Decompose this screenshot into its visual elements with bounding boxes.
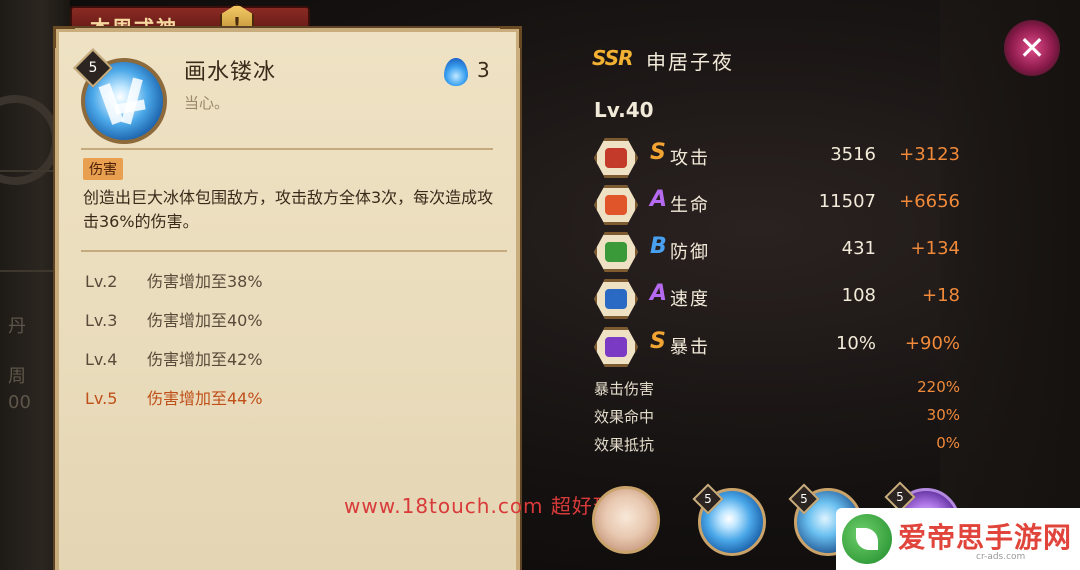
stat-grade: A [650,187,668,212]
ghost-fire-icon [444,58,468,86]
stat-row-defense: B 防御 431 +134 [594,232,964,272]
stat-label: 防御 [670,242,710,263]
character-level: Lv.40 [594,98,654,122]
sub-stat-label: 暴击伤害 [594,380,655,398]
stat-label: 速度 [670,289,710,310]
stat-base-value: 108 [841,285,876,306]
stat-base-value: 10% [835,333,876,354]
skill-name: 画水镂冰 [184,60,277,85]
chevron-speed-icon [594,279,638,319]
upgrade-text: 伤害增加至38% [147,272,263,291]
divider [81,148,493,150]
skill-slot-level-value: 5 [704,492,712,506]
stat-bonus-value: +18 [922,285,960,306]
sub-stat-value: 220% [917,378,960,396]
rarity-badge: SSR [592,46,633,70]
stat-base-value: 11507 [818,191,876,212]
background-text: 丹 [8,316,26,337]
corner-ornament-icon [500,26,522,48]
corner-ornament-icon [53,26,75,48]
upgrade-level: Lv.4 [85,350,118,369]
upgrade-level: Lv.5 [85,389,118,408]
divider [81,250,507,252]
stat-grade: A [650,281,668,306]
skill-slot-level-value: 5 [896,490,904,504]
stat-label: 攻击 [670,148,710,169]
brand-name: 爱帝思手游网 [898,521,1073,554]
close-button[interactable]: ✕ [1004,20,1060,76]
stat-grade: B [650,234,667,259]
stat-base-value: 431 [841,238,876,259]
upgrade-row: Lv.4 伤害增加至42% [85,346,263,370]
stat-row-speed: A 速度 108 +18 [594,279,964,319]
sub-stat-effect-hit: 效果命中 30% [594,406,964,427]
upgrade-text: 伤害增加至44% [147,389,263,408]
brand-watermark: 爱帝思手游网 cr-ads.com [836,508,1080,570]
background-text: 00 [8,392,31,413]
stat-label: 暴击 [670,337,710,358]
stat-bonus-value: +3123 [899,144,960,165]
skill-description: 创造出巨大冰体包围敌方，攻击敌方全体3次，每次造成攻击36%的伤害。 [83,188,494,231]
skill-slot-level-value: 5 [800,492,808,506]
upgrade-text: 伤害增加至40% [147,311,263,330]
upgrade-row: Lv.2 伤害增加至38% [85,268,263,292]
crit-scroll-icon [594,327,638,367]
upgrade-row-current: Lv.5 伤害增加至44% [85,385,263,409]
armor-icon [594,232,638,272]
brand-url: cr-ads.com [976,552,1026,562]
skill-type-tag: 伤害 [83,158,123,180]
upgrade-level: Lv.3 [85,311,118,330]
stat-row-hp: A 生命 11507 +6656 [594,185,964,225]
skill-cost: 3 [477,58,490,82]
fan-icon [594,138,638,178]
stat-row-crit: S 暴击 10% +90% [594,327,964,367]
sub-stat-effect-resist: 效果抵抗 0% [594,434,964,455]
stat-base-value: 3516 [830,144,876,165]
skill-subtitle: 当心。 [184,94,230,112]
stat-label: 生命 [670,195,710,216]
skill-detail-panel: 5 画水镂冰 当心。 3 伤害 创造出巨大冰体包围敌方，攻击敌方全体3次，每次造… [53,26,522,570]
stat-bonus-value: +134 [910,238,960,259]
stat-bonus-value: +6656 [899,191,960,212]
sub-stat-label: 效果抵抗 [594,436,655,454]
sub-stat-label: 效果命中 [594,408,655,426]
sub-stat-value: 0% [936,434,960,452]
sub-stat-crit-damage: 暴击伤害 220% [594,378,964,399]
stat-bonus-value: +90% [904,333,960,354]
character-avatar[interactable] [592,486,660,554]
stat-row-attack: S 攻击 3516 +3123 [594,138,964,178]
upgrade-text: 伤害增加至42% [147,350,263,369]
character-name: 申居子夜 [646,50,734,74]
stat-grade: S [650,140,666,165]
background-text: 周 [8,366,26,387]
leaf-logo-icon [842,514,892,564]
upgrade-row: Lv.3 伤害增加至40% [85,307,263,331]
skill-level-value: 5 [88,60,98,76]
upgrade-level: Lv.2 [85,272,118,291]
talisman-icon [594,185,638,225]
sub-stat-value: 30% [926,406,960,424]
stat-grade: S [650,329,666,354]
